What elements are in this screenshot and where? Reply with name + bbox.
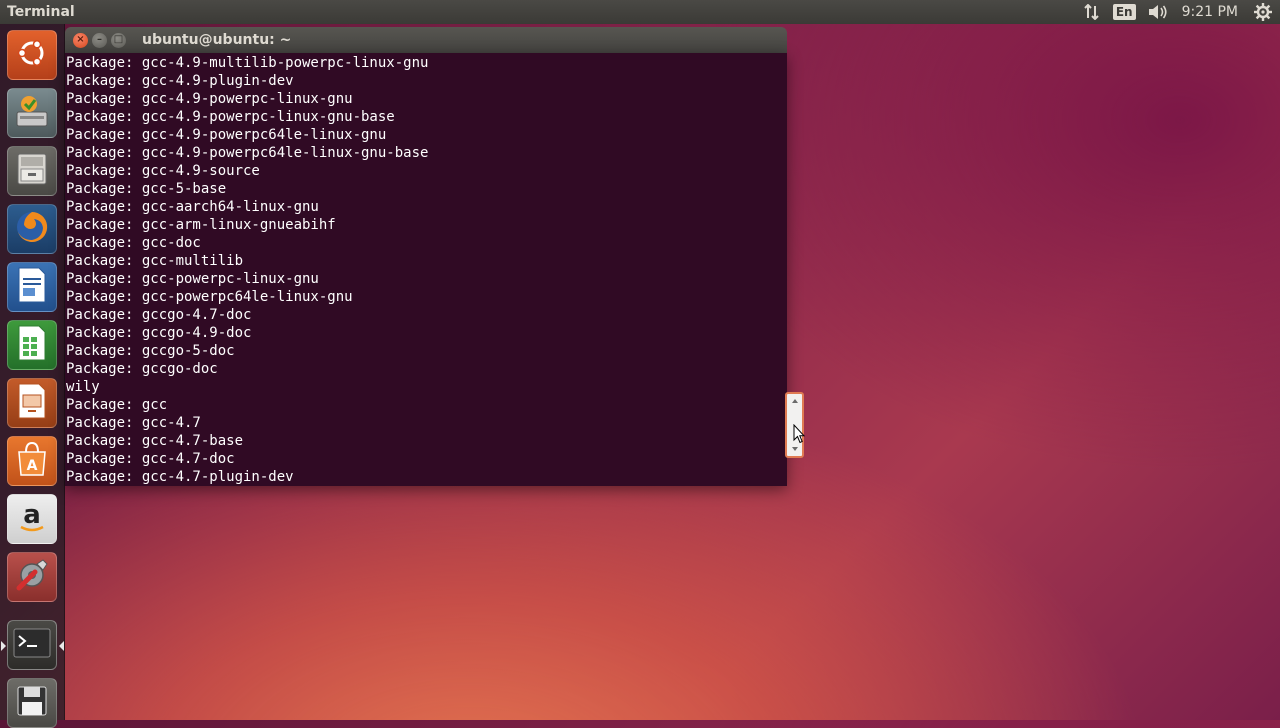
- launcher-calc-button[interactable]: [7, 320, 57, 370]
- launcher-drive-button[interactable]: [7, 678, 57, 728]
- network-arrows-icon[interactable]: [1083, 0, 1101, 24]
- output-line: Package: gcc-4.9-powerpc64le-linux-gnu: [66, 127, 387, 143]
- launcher-writer-button[interactable]: [7, 262, 57, 312]
- calc-icon: [15, 324, 49, 366]
- shopping-bag-icon: A: [14, 440, 50, 482]
- ubuntu-logo-icon: [15, 36, 49, 74]
- output-line: Package: gccgo-5-doc: [66, 343, 235, 359]
- maximize-button[interactable]: □: [111, 32, 126, 48]
- output-line: Package: gcc-4.9-powerpc-linux-gnu: [66, 91, 353, 107]
- output-line: Package: gccgo-4.7-doc: [66, 307, 252, 323]
- output-line: Package: gcc-4.9-powerpc-linux-gnu-base: [66, 109, 395, 125]
- floppy-icon: [15, 684, 49, 722]
- output-line: Package: gcc-4.9-multilib-powerpc-linux-…: [66, 55, 429, 71]
- close-icon: ×: [76, 34, 85, 45]
- launcher: A a: [0, 24, 65, 728]
- clock[interactable]: 9:21 PM: [1182, 4, 1238, 20]
- output-line: Package: gcc-powerpc-linux-gnu: [66, 271, 319, 287]
- launcher-firefox-button[interactable]: [7, 204, 57, 254]
- launcher-settings-button[interactable]: [7, 552, 57, 602]
- svg-text:a: a: [23, 500, 41, 530]
- output-line: Package: gcc-powerpc64le-linux-gnu: [66, 289, 353, 305]
- output-line: Package: gcc: [66, 397, 168, 413]
- scroll-up-arrow-icon[interactable]: [792, 399, 798, 403]
- volume-icon[interactable]: [1148, 0, 1168, 24]
- terminal-output[interactable]: Package: gcc-4.9-multilib-powerpc-linux-…: [65, 53, 787, 486]
- output-line: Package: gcc-4.7-doc: [66, 451, 235, 467]
- output-line: Package: gcc-arm-linux-gnueabihf: [66, 217, 336, 233]
- output-line: Package: gcc-4.7-plugin-dev: [66, 469, 294, 485]
- output-line: Package: gccgo-doc: [66, 361, 218, 377]
- gear-icon[interactable]: [1254, 0, 1272, 24]
- launcher-files-button[interactable]: [7, 146, 57, 196]
- window-title: ubuntu@ubuntu: ~: [142, 32, 292, 48]
- indicator-area: En 9:21 PM: [1077, 0, 1280, 24]
- running-indicator-left: [1, 641, 6, 651]
- launcher-installer-button[interactable]: [7, 88, 57, 138]
- output-line: Package: gcc-5-base: [66, 181, 227, 197]
- top-panel: Terminal En 9:21 PM: [0, 0, 1280, 24]
- launcher-impress-button[interactable]: [7, 378, 57, 428]
- installer-icon: [13, 92, 51, 134]
- svg-text:A: A: [27, 458, 38, 474]
- output-line: Package: gcc-4.7: [66, 415, 201, 431]
- output-line: Package: gcc-4.9-powerpc64le-linux-gnu-b…: [66, 145, 429, 161]
- output-line: wily: [66, 379, 100, 395]
- minimize-icon: –: [97, 34, 102, 45]
- impress-icon: [15, 382, 49, 424]
- writer-icon: [15, 266, 49, 308]
- output-line: Package: gcc-4.7-base: [66, 433, 244, 449]
- output-line: Package: gcc-4.9-plugin-dev: [66, 73, 294, 89]
- terminal-icon: [13, 628, 51, 662]
- active-app-title: Terminal: [7, 4, 75, 20]
- launcher-software-center-button[interactable]: A: [7, 436, 57, 486]
- terminal-titlebar[interactable]: × – □ ubuntu@ubuntu: ~: [65, 27, 787, 53]
- focused-indicator-right: [59, 641, 64, 651]
- close-button[interactable]: ×: [73, 32, 88, 48]
- file-cabinet-icon: [14, 151, 50, 191]
- output-line: Package: gcc-4.9-source: [66, 163, 260, 179]
- minimize-button[interactable]: –: [92, 32, 107, 48]
- language-badge: En: [1112, 4, 1136, 20]
- launcher-terminal-button[interactable]: [1, 620, 64, 670]
- wrench-gear-icon: [13, 556, 51, 598]
- firefox-icon: [12, 207, 52, 251]
- output-line: Package: gcc-doc: [66, 235, 201, 251]
- launcher-amazon-button[interactable]: a: [7, 494, 57, 544]
- launcher-dash-button[interactable]: [7, 30, 57, 80]
- maximize-icon: □: [113, 34, 124, 45]
- keyboard-language-icon[interactable]: En: [1112, 0, 1136, 24]
- output-line: Package: gccgo-4.9-doc: [66, 325, 252, 341]
- mouse-pointer-icon: [793, 423, 806, 448]
- amazon-icon: a: [14, 499, 50, 539]
- output-line: Package: gcc-multilib: [66, 253, 244, 269]
- output-line: Package: gcc-aarch64-linux-gnu: [66, 199, 319, 215]
